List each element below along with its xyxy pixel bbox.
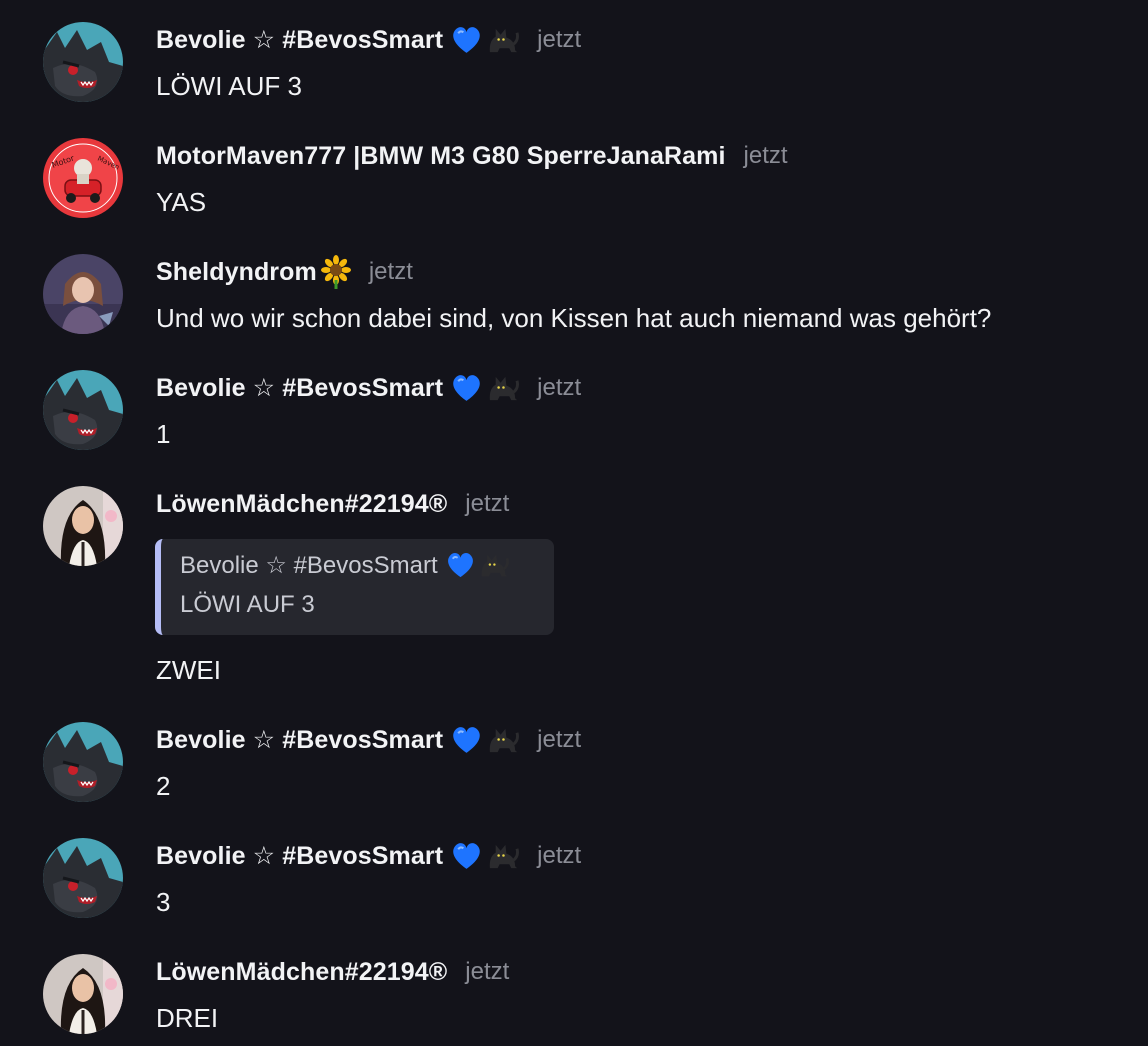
message-text: 2 [156, 771, 171, 801]
message-text: LÖWI AUF 3 [156, 71, 302, 101]
username[interactable]: Bevolie ☆ #BevosSmart [156, 841, 443, 871]
reply-author: Bevolie ☆ #BevosSmart [180, 552, 438, 579]
timestamp: jetzt [743, 142, 788, 169]
timestamp: jetzt [465, 490, 510, 517]
message-text: Und wo wir schon dabei sind, von Kissen … [156, 303, 992, 333]
timestamp: jetzt [537, 26, 582, 53]
message-header: Bevolie ☆ #BevosSmart jetzt [156, 722, 581, 758]
message-header: Bevolie ☆ #BevosSmart jetzt [156, 838, 581, 874]
message-header: Bevolie ☆ #BevosSmart jetzt [156, 22, 581, 58]
black-cat-icon [488, 842, 520, 870]
black-cat-icon [479, 553, 509, 578]
message-text: 1 [156, 419, 171, 449]
user-avatar[interactable] [43, 486, 123, 566]
timestamp: jetzt [537, 842, 582, 869]
username[interactable]: Sheldyndrom [156, 258, 317, 287]
timestamp: jetzt [537, 374, 582, 401]
wolf-avatar-icon [43, 370, 123, 450]
user-avatar[interactable] [43, 838, 123, 918]
message-header: LöwenMädchen#22194® jetzt [156, 486, 509, 522]
reply-text: LÖWI AUF 3 [180, 591, 315, 618]
user-avatar[interactable] [43, 254, 123, 334]
message-text: 3 [156, 887, 171, 917]
reply-header: Bevolie ☆ #BevosSmart [180, 551, 509, 580]
anime-avatar-icon [43, 254, 123, 334]
girl-avatar-icon [43, 954, 123, 1034]
girl-avatar-icon [43, 486, 123, 566]
black-cat-icon [488, 726, 520, 754]
user-avatar[interactable] [43, 954, 123, 1034]
sunflower-icon [320, 255, 351, 289]
chat-message-list: Motor Maven [0, 0, 1148, 1046]
username[interactable]: MotorMaven777 |BMW M3 G80 SperreJanaRami [156, 142, 726, 171]
wolf-avatar-icon [43, 838, 123, 918]
motor-maven-avatar-icon [43, 138, 123, 218]
reply-quote[interactable]: Bevolie ☆ #BevosSmart LÖWI AUF 3 [155, 539, 554, 635]
blue-heart-icon [452, 725, 481, 754]
message-header: Bevolie ☆ #BevosSmart jetzt [156, 370, 581, 406]
timestamp: jetzt [368, 258, 413, 285]
wolf-avatar-icon [43, 722, 123, 802]
username[interactable]: LöwenMädchen#22194® [156, 958, 447, 987]
username[interactable]: Bevolie ☆ #BevosSmart [156, 373, 443, 403]
message-header: LöwenMädchen#22194® jetzt [156, 954, 509, 990]
blue-heart-icon [452, 25, 481, 54]
blue-heart-icon [446, 552, 474, 579]
message-text: DREI [156, 1003, 219, 1033]
message-text: YAS [156, 187, 207, 217]
username[interactable]: Bevolie ☆ #BevosSmart [156, 725, 443, 755]
wolf-avatar-icon [43, 22, 123, 102]
username[interactable]: LöwenMädchen#22194® [156, 490, 447, 519]
black-cat-icon [488, 374, 520, 402]
timestamp: jetzt [465, 958, 510, 985]
user-avatar[interactable] [43, 138, 123, 218]
user-avatar[interactable] [43, 722, 123, 802]
message-text: ZWEI [156, 655, 221, 685]
message-header: MotorMaven777 |BMW M3 G80 SperreJanaRami… [156, 138, 788, 174]
message-header: Sheldyndrom jetzt [156, 254, 413, 290]
user-avatar[interactable] [43, 370, 123, 450]
username[interactable]: Bevolie ☆ #BevosSmart [156, 25, 443, 55]
timestamp: jetzt [537, 726, 582, 753]
blue-heart-icon [452, 373, 481, 402]
user-avatar[interactable] [43, 22, 123, 102]
black-cat-icon [488, 26, 520, 54]
blue-heart-icon [452, 841, 481, 870]
